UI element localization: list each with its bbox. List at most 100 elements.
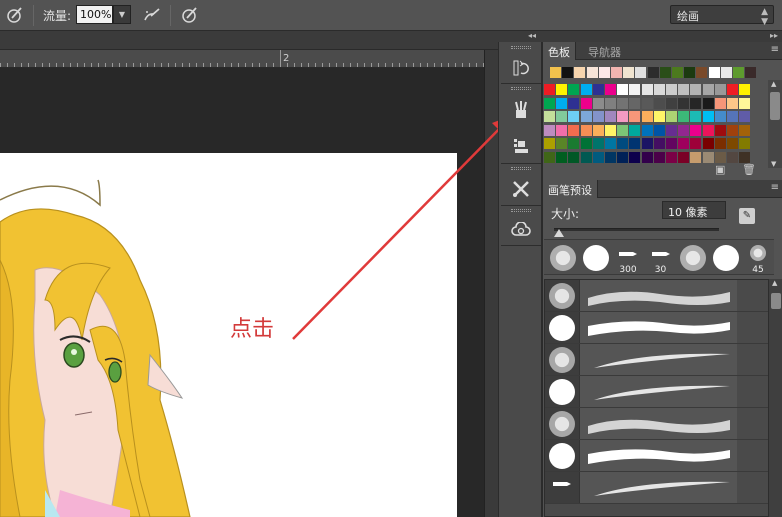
color-swatch[interactable] [556,97,568,109]
color-swatch[interactable] [702,124,714,136]
color-swatch[interactable] [629,138,641,149]
collapse-right-icon[interactable]: ▸▸ [770,31,778,40]
brush-preset-tile[interactable] [709,242,743,274]
color-swatch[interactable] [666,124,677,136]
color-swatch[interactable] [580,124,592,136]
history-icon[interactable] [505,55,537,81]
color-swatch[interactable] [702,138,714,149]
clone-source-icon[interactable] [505,133,537,159]
color-swatch[interactable] [592,124,604,136]
color-swatch[interactable] [739,97,751,109]
color-swatch[interactable] [739,84,751,95]
color-swatch[interactable] [568,111,580,122]
brush-preset-tile[interactable]: 30 [644,242,678,275]
brush-list-scrollbar[interactable]: ▲ [769,279,782,517]
color-swatch[interactable] [605,151,616,163]
color-swatch[interactable] [568,97,580,109]
color-swatch[interactable] [653,138,665,149]
color-swatch[interactable] [617,124,629,136]
panel-menu-icon[interactable]: ≡ [771,182,779,193]
scroll-thumb[interactable] [771,293,781,309]
color-swatch[interactable] [678,151,690,163]
color-swatch[interactable] [617,84,629,95]
brush-list-item[interactable] [545,408,768,440]
brush-preset-tile[interactable] [579,242,613,274]
flow-input[interactable]: 100% [76,5,113,24]
color-swatch[interactable] [580,97,592,109]
color-swatch[interactable] [702,151,714,163]
brush-list-item[interactable] [545,280,768,312]
new-brush-preset-icon[interactable]: ✎ [739,208,755,224]
tool-presets-icon[interactable] [505,176,537,202]
color-swatch[interactable] [629,111,641,122]
color-swatch[interactable] [641,84,653,95]
color-swatch[interactable] [666,151,677,163]
scroll-down-icon[interactable]: ▼ [771,160,776,168]
color-swatch[interactable] [617,151,629,163]
color-swatch[interactable] [727,151,738,163]
color-swatch[interactable] [666,111,677,122]
panel-collapse-bar[interactable]: ◂◂ ▸▸ [498,31,782,42]
color-swatch[interactable] [678,138,690,149]
color-swatch[interactable] [641,138,653,149]
color-swatch[interactable] [592,151,604,163]
color-swatch[interactable] [580,111,592,122]
new-swatch-icon[interactable]: ▣ [715,163,725,176]
color-swatch[interactable] [702,84,714,95]
color-swatch[interactable] [678,97,690,109]
airbrush-icon[interactable] [142,5,162,25]
color-swatch[interactable] [550,67,561,78]
color-swatch[interactable] [739,138,751,149]
color-swatch[interactable] [574,67,586,78]
color-swatch[interactable] [592,97,604,109]
brush-preset-tile[interactable]: 300 [611,242,645,275]
tab-brush-presets[interactable]: 画笔预设 [543,180,598,198]
color-swatch[interactable] [690,97,702,109]
color-swatch[interactable] [580,151,592,163]
tab-swatches[interactable]: 色板 [543,42,576,60]
color-swatch[interactable] [556,151,568,163]
brush-preset-tile[interactable] [546,242,580,274]
color-swatch[interactable] [727,138,738,149]
collapse-left-icon[interactable]: ◂◂ [528,31,536,40]
color-swatch[interactable] [605,84,616,95]
color-swatch[interactable] [678,84,690,95]
size-slider[interactable] [554,228,719,231]
color-swatch[interactable] [653,84,665,95]
color-swatch[interactable] [745,67,757,78]
color-swatch[interactable] [611,67,622,78]
color-swatch[interactable] [666,84,677,95]
color-swatch[interactable] [617,97,629,109]
color-swatch[interactable] [580,84,592,95]
color-swatch[interactable] [556,124,568,136]
color-swatch[interactable] [586,67,598,78]
color-swatch[interactable] [653,97,665,109]
document-vertical-scrollbar[interactable] [484,50,498,517]
color-swatch[interactable] [580,138,592,149]
dock-grip[interactable] [511,46,531,49]
color-swatch[interactable] [702,97,714,109]
workspace-select[interactable]: 绘画 ▲ ▼ [670,5,774,27]
brush-list-item[interactable] [545,440,768,472]
color-swatch[interactable] [568,151,580,163]
color-swatch[interactable] [702,111,714,122]
color-swatch[interactable] [629,124,641,136]
color-swatch[interactable] [684,67,696,78]
dock-grip[interactable] [511,87,531,90]
dock-grip[interactable] [511,209,531,212]
color-swatch[interactable] [739,111,751,122]
color-swatch[interactable] [568,138,580,149]
brush-list-item[interactable] [545,376,768,408]
color-swatch[interactable] [690,151,702,163]
color-swatch[interactable] [666,97,677,109]
color-swatch[interactable] [653,111,665,122]
color-swatch[interactable] [598,67,610,78]
scroll-thumb[interactable] [770,92,780,120]
color-swatch[interactable] [617,138,629,149]
color-swatch[interactable] [659,67,671,78]
color-swatch[interactable] [672,67,683,78]
color-swatch[interactable] [739,124,751,136]
color-swatch[interactable] [629,97,641,109]
color-swatch[interactable] [544,151,555,163]
color-swatch[interactable] [629,151,641,163]
